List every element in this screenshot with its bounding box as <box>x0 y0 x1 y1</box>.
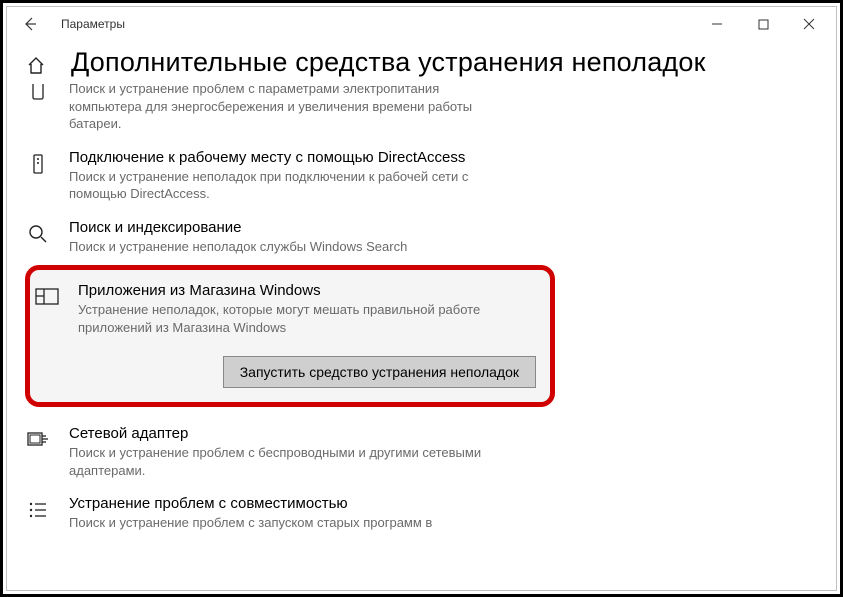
page-title: Дополнительные средства устранения непол… <box>71 47 706 78</box>
battery-icon <box>25 84 51 104</box>
troubleshooter-list: Поиск и устранение проблем с параметрами… <box>7 84 836 590</box>
troubleshooter-item-power[interactable]: Поиск и устранение проблем с параметрами… <box>25 84 812 139</box>
troubleshooter-item-search[interactable]: Поиск и индексирование Поиск и устранени… <box>25 209 812 262</box>
troubleshooter-item-directaccess[interactable]: Подключение к рабочему месту с помощью D… <box>25 139 812 209</box>
close-button[interactable] <box>786 9 832 39</box>
item-desc: Устранение неполадок, которые могут меша… <box>78 301 508 336</box>
maximize-button[interactable] <box>740 9 786 39</box>
search-icon <box>25 221 51 247</box>
item-desc: Поиск и устранение неполадок службы Wind… <box>69 238 407 256</box>
troubleshooter-item-store-apps[interactable]: Приложения из Магазина Windows Устранени… <box>34 278 542 342</box>
item-desc: Поиск и устранение неполадок при подключ… <box>69 168 499 203</box>
window-title: Параметры <box>61 17 125 31</box>
item-desc: Поиск и устранение проблем с беспроводны… <box>69 444 499 479</box>
troubleshooter-item-compatibility[interactable]: Устранение проблем с совместимостью Поис… <box>25 485 812 538</box>
item-title: Поиск и индексирование <box>69 219 407 236</box>
item-title: Устранение проблем с совместимостью <box>69 495 432 512</box>
minimize-button[interactable] <box>694 9 740 39</box>
run-troubleshooter-button[interactable]: Запустить средство устранения неполадок <box>223 356 536 388</box>
titlebar: Параметры <box>7 7 836 41</box>
item-desc: Поиск и устранение проблем с запуском ст… <box>69 514 432 532</box>
highlighted-troubleshooter: Приложения из Магазина Windows Устранени… <box>25 265 555 407</box>
item-title: Сетевой адаптер <box>69 425 499 442</box>
apps-icon <box>34 284 60 310</box>
troubleshooter-item-network-adapter[interactable]: Сетевой адаптер Поиск и устранение пробл… <box>25 415 812 485</box>
list-icon <box>25 497 51 523</box>
item-title: Подключение к рабочему месту с помощью D… <box>69 149 499 166</box>
network-adapter-icon <box>25 427 51 453</box>
item-desc: Поиск и устранение проблем с параметрами… <box>69 84 499 133</box>
item-title: Приложения из Магазина Windows <box>78 282 508 299</box>
home-icon[interactable] <box>25 55 47 77</box>
server-icon <box>25 151 51 177</box>
back-button[interactable] <box>15 9 45 39</box>
